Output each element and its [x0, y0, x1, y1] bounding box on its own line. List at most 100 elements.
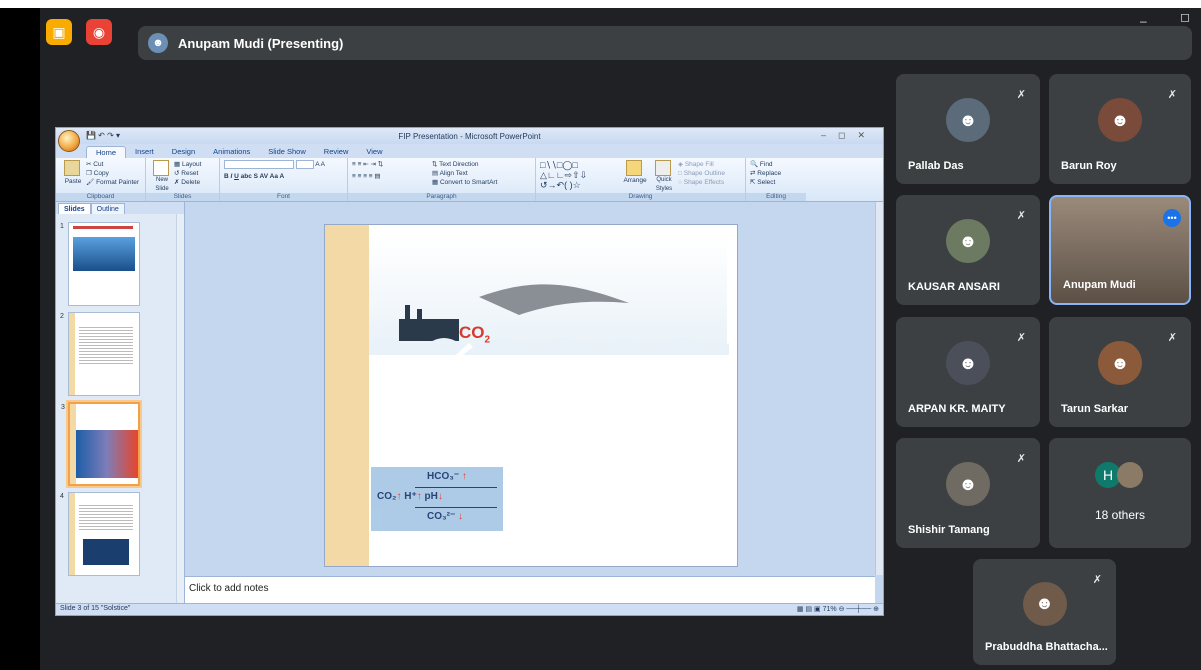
find-button[interactable]: 🔍 Find	[750, 160, 802, 169]
slide-editor: CO2 CO₂ + H₂O → H₂CO₃ HCO₃⁻ dissolved ca…	[185, 202, 883, 603]
participant-tile[interactable]: ✗ ☻ KAUSAR ANSARI	[896, 195, 1040, 305]
participant-tile[interactable]: ✗ ☻ Tarun Sarkar	[1049, 317, 1191, 427]
participant-name: Prabuddha Bhattacha...	[985, 641, 1108, 653]
caption-bicarbonate-2: bicarbonate	[663, 485, 697, 492]
caption-water: water	[438, 431, 454, 438]
equation-2: H⁺ + CO₃²⁻ → HCO₃⁻	[569, 468, 679, 480]
tab-animations[interactable]: Animations	[204, 146, 259, 158]
copy-button[interactable]: ❐ Copy	[86, 169, 139, 178]
arrange-button[interactable]: Arrange	[620, 160, 650, 194]
slide-side-bar	[325, 225, 369, 566]
notes-field[interactable]: Click to add notes	[185, 576, 875, 603]
powerpoint-window: 💾 ↶ ↷ ▾ FIP Presentation - Microsoft Pow…	[55, 127, 884, 616]
avatar: ☻	[946, 341, 990, 386]
tab-design[interactable]: Design	[163, 146, 204, 158]
shape-effects-button[interactable]: ○ Shape Effects	[678, 178, 725, 187]
left-band	[0, 8, 40, 670]
caption-carbonate: carbonate	[612, 485, 642, 492]
presenter-label: Anupam Mudi (Presenting)	[178, 35, 344, 51]
format-painter-button[interactable]: 🖌 Format Painter	[86, 178, 139, 187]
ribbon: Paste ✂ Cut ❐ Copy 🖌 Format Painter Clip…	[56, 158, 883, 202]
avatar: ☻	[946, 98, 990, 143]
ppt-window-buttons[interactable]: –◻✕	[821, 130, 877, 141]
align-buttons[interactable]: ≡ ≡ ≡ ≡ ▤	[352, 172, 432, 181]
text-direction-button[interactable]: ⇅ Text Direction	[432, 160, 497, 169]
mic-off-icon: ✗	[1016, 210, 1026, 222]
replace-button[interactable]: ⇄ Replace	[750, 169, 802, 178]
tab-outline[interactable]: Outline	[90, 203, 125, 214]
participant-tile-active-speaker[interactable]: ••• Anupam Mudi	[1049, 195, 1191, 305]
slides-pane: Slides Outline 1 2 3 4	[56, 202, 185, 603]
caption-bicarbonate: bicarbonate	[561, 431, 595, 438]
slide-thumbnail[interactable]: 2	[60, 312, 140, 396]
slide-thumbnail-selected[interactable]: 3	[61, 400, 142, 488]
mic-off-icon: ✗	[1167, 89, 1177, 101]
others-tile[interactable]: H 18 others	[1049, 438, 1191, 548]
tab-slide-show[interactable]: Slide Show	[259, 146, 315, 158]
participant-name: ARPAN KR. MAITY	[908, 403, 1006, 415]
select-button[interactable]: ⇱ Select	[750, 178, 802, 187]
font-group: A A B I U abc S AV Aa A Font	[220, 158, 348, 201]
new-slide-button[interactable]: New Slide	[150, 160, 174, 194]
factory-icon	[399, 319, 459, 341]
tab-insert[interactable]: Insert	[126, 146, 163, 158]
participant-tile[interactable]: ✗ ☻ ARPAN KR. MAITY	[896, 317, 1040, 427]
paste-icon	[63, 160, 80, 176]
slide-thumbnail[interactable]: 1	[60, 222, 140, 306]
minimize-icon[interactable]: –	[1140, 14, 1147, 28]
top-toolbar: ▣ ◉	[46, 12, 126, 52]
convert-smartart-button[interactable]: ▦ Convert to SmartArt	[432, 178, 497, 187]
slides-group: New Slide ▦ Layout ↺ Reset ✗ Delete Slid…	[146, 158, 220, 201]
record-icon[interactable]: ◉	[86, 19, 112, 45]
slides-pane-scrollbar[interactable]	[176, 214, 184, 603]
tab-review[interactable]: Review	[315, 146, 358, 158]
quick-access-toolbar[interactable]: 💾 ↶ ↷ ▾	[86, 131, 120, 140]
participant-name: Tarun Sarkar	[1061, 403, 1129, 415]
box-co3: CO₃²⁻ ↓	[427, 511, 464, 522]
avatar: ☻	[1098, 341, 1142, 386]
quick-styles-button[interactable]: Quick Styles	[650, 160, 678, 194]
font-size-field[interactable]	[295, 160, 314, 169]
others-count: 18 others	[1094, 508, 1146, 522]
participant-tile[interactable]: ✗ ☻ Pallab Das	[896, 74, 1040, 184]
list-buttons[interactable]: ≡ ≡ ⇤ ⇥ ⇅	[352, 160, 432, 169]
present-icon[interactable]: ▣	[46, 19, 72, 45]
editor-scrollbar[interactable]	[875, 202, 883, 575]
speaking-indicator-icon: •••	[1163, 209, 1181, 227]
delete-button[interactable]: ✗ Delete	[174, 178, 201, 187]
ribbon-tabs: Home Insert Design Animations Slide Show…	[56, 144, 883, 158]
pane-tabs: Slides Outline	[56, 202, 184, 214]
zoom-control[interactable]: ▦ ▤ ▣ 71% ⊖ ──┼── ⊕	[797, 605, 879, 614]
shapes-gallery[interactable]: □∖∖□◯□ △∟∟⇨⇧⇩ ↺→↶( )☆	[540, 160, 620, 194]
paste-button[interactable]: Paste	[60, 160, 86, 187]
tab-slides[interactable]: Slides	[58, 203, 91, 214]
smoke-plume	[479, 284, 629, 315]
avatar	[1117, 462, 1143, 488]
shape-fill-button[interactable]: ◈ Shape Fill	[678, 160, 725, 169]
layout-button[interactable]: ▦ Layout	[174, 160, 201, 169]
tab-home[interactable]: Home	[86, 146, 127, 158]
participant-tile[interactable]: ✗ ☻ Shishir Tamang	[896, 438, 1040, 548]
participant-name: Pallab Das	[908, 160, 964, 172]
shape-outline-button[interactable]: □ Shape Outline	[678, 169, 725, 178]
participant-tile[interactable]: ✗ ☻ Prabuddha Bhattacha...	[973, 559, 1116, 665]
participant-name: Anupam Mudi	[1063, 279, 1136, 291]
align-text-button[interactable]: ▤ Align Text	[432, 169, 497, 178]
summary-box: HCO₃⁻ ↑ CO₂↑ H⁺↑ pH↓ CO₃²⁻ ↓	[371, 467, 503, 531]
office-button-icon[interactable]	[58, 130, 80, 152]
clipboard-group: Paste ✂ Cut ❐ Copy 🖌 Format Painter Clip…	[56, 158, 146, 201]
box-co2: CO₂↑ H⁺↑ pH↓	[377, 491, 443, 502]
slide-thumbnail[interactable]: 4	[60, 492, 140, 576]
new-slide-icon	[152, 160, 169, 176]
tab-view[interactable]: View	[357, 146, 391, 158]
restore-icon[interactable]: ◻	[1180, 10, 1190, 24]
avatar: ☻	[946, 219, 990, 264]
mic-off-icon: ✗	[1167, 332, 1177, 344]
participant-tile[interactable]: ✗ ☻ Barun Roy	[1049, 74, 1191, 184]
mic-off-icon: ✗	[1016, 332, 1026, 344]
slide-status: Slide 3 of 15 "Solstice"	[60, 605, 131, 612]
cut-button[interactable]: ✂ Cut	[86, 160, 139, 169]
font-name-field[interactable]	[224, 160, 294, 169]
reset-button[interactable]: ↺ Reset	[174, 169, 201, 178]
font-format-buttons[interactable]: B I U abc S AV Aa A	[224, 172, 343, 181]
